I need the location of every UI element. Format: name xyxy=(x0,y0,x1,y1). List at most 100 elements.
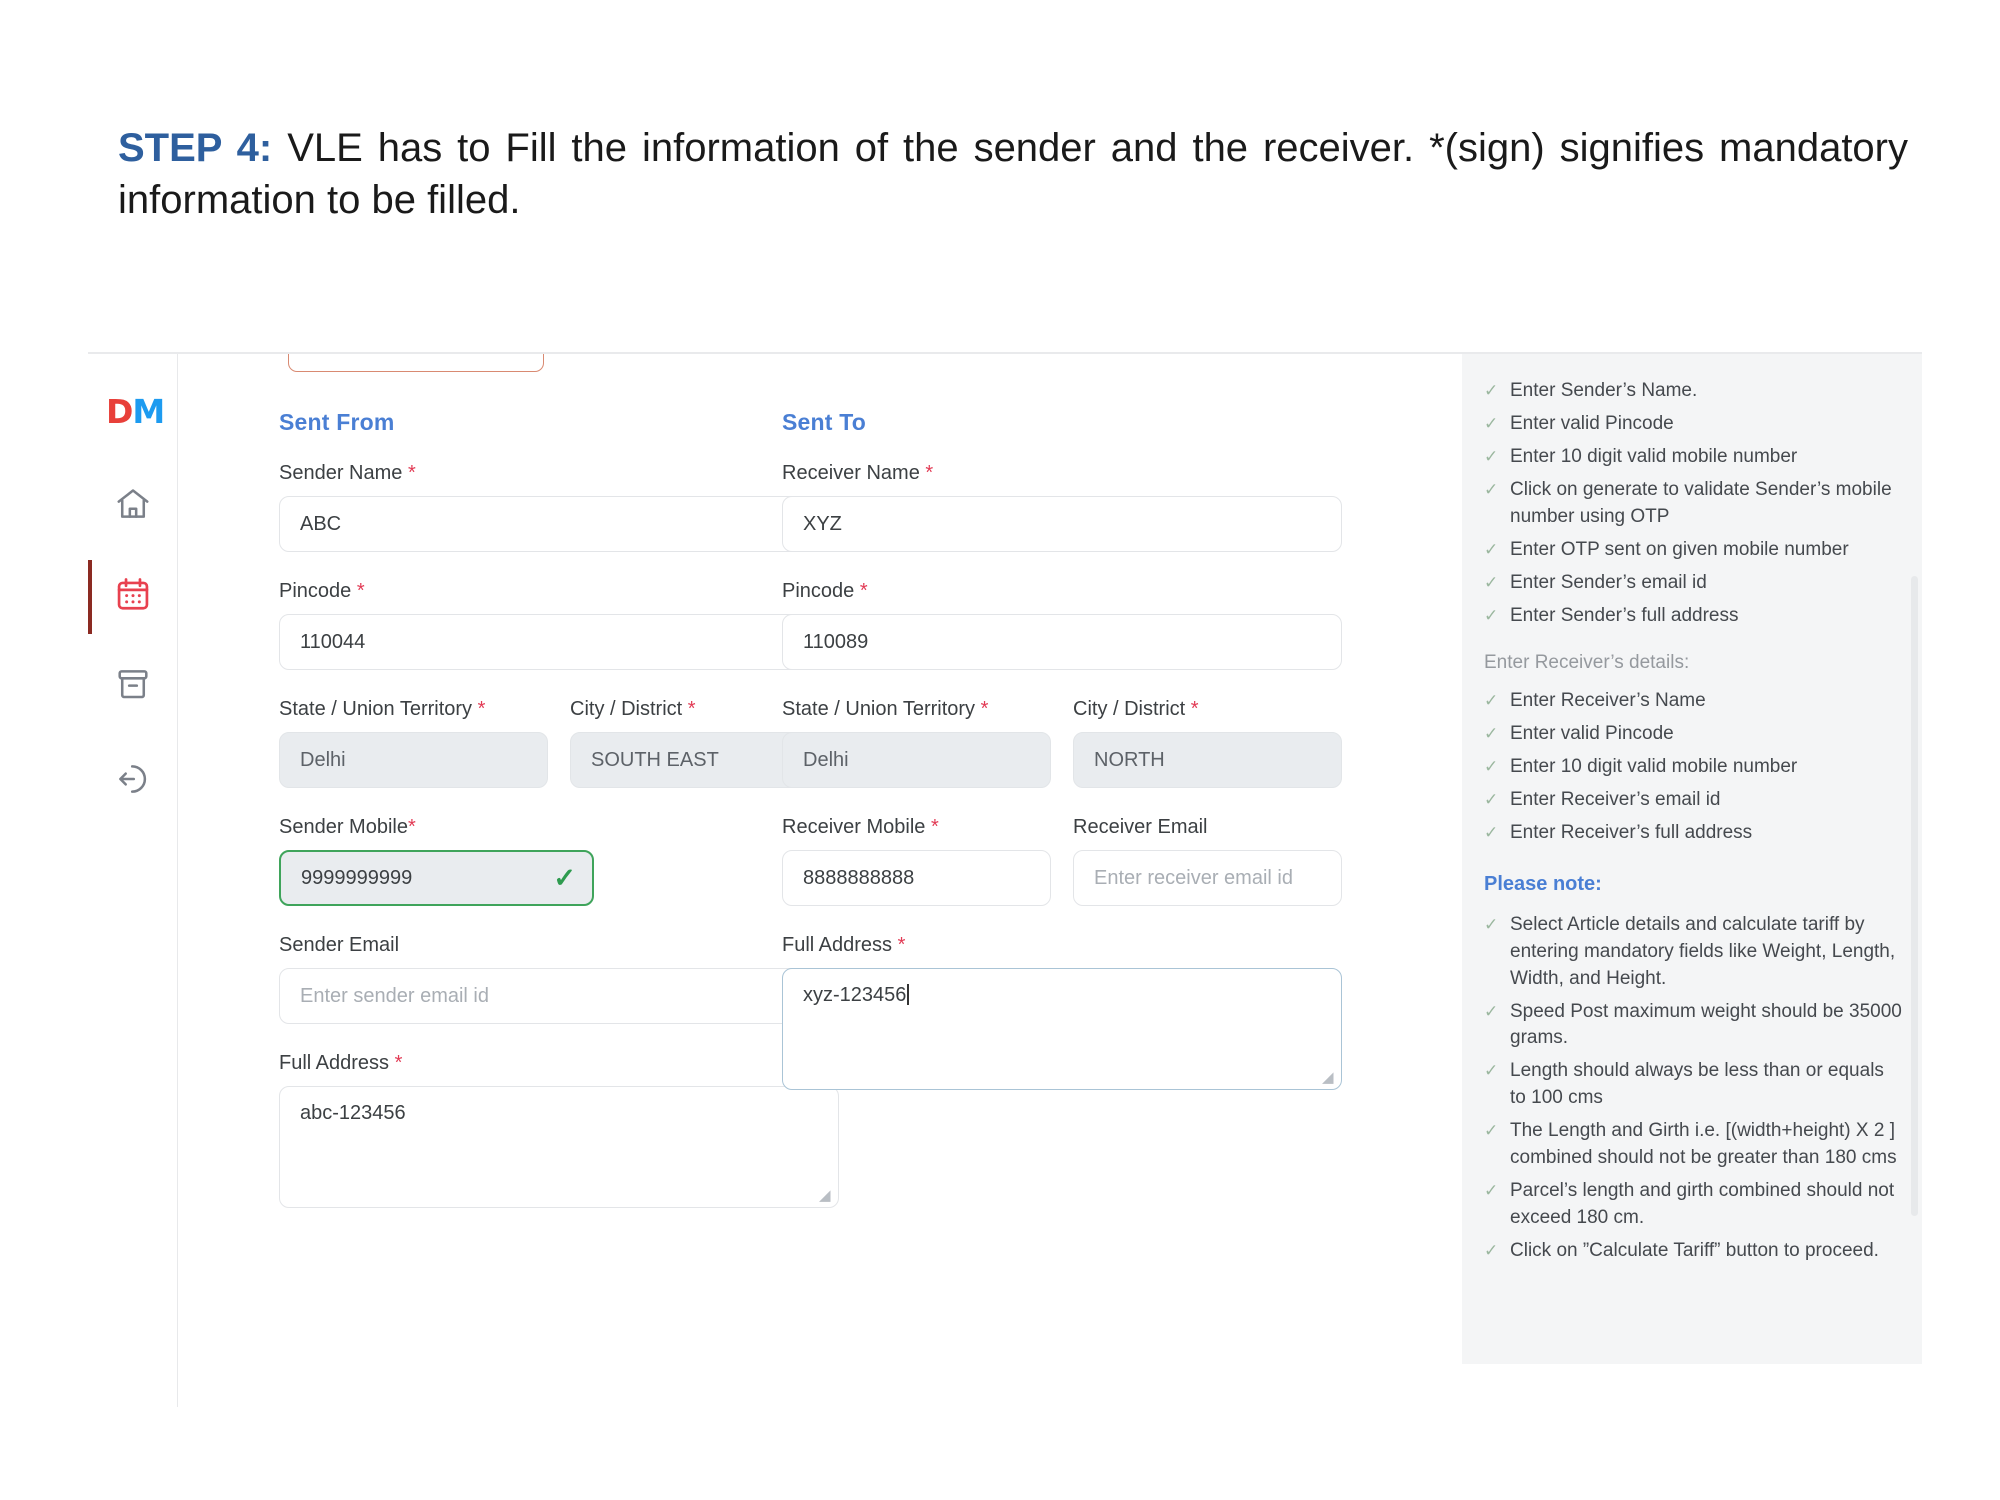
help-item-text: Enter Receiver’s Name xyxy=(1510,689,1706,711)
list-item: ✓ Select Article details and calculate ta… xyxy=(1484,912,1902,993)
check-icon: ✓ xyxy=(553,862,576,893)
receiver-city-label: City / District * xyxy=(1073,698,1342,721)
receiver-pincode-input[interactable]: 110089 xyxy=(782,614,1342,670)
sender-name-input[interactable]: ABC xyxy=(279,496,839,552)
list-item: ✓ Length should always be less than or eq… xyxy=(1484,1058,1902,1112)
help-item-text: Click on ”Calculate Tariff” button to pr… xyxy=(1510,1240,1879,1262)
check-icon: ✓ xyxy=(1484,1061,1499,1081)
check-icon: ✓ xyxy=(1484,479,1499,499)
check-icon: ✓ xyxy=(1484,756,1499,776)
sender-city-label-text: City / District xyxy=(570,698,683,720)
receiver-state-input: Delhi xyxy=(782,732,1051,788)
check-icon: ✓ xyxy=(1484,539,1499,559)
help-panel: ✓ Enter Sender’s Name. ✓ Enter valid Pinco… xyxy=(1462,354,1922,1364)
help-item-text: Enter valid Pincode xyxy=(1510,412,1674,434)
step-description: VLE has to Fill the information of the s… xyxy=(118,126,1909,222)
sender-name-label-text: Sender Name xyxy=(279,462,403,484)
sender-state-label-text: State / Union Territory xyxy=(279,698,473,720)
partially-visible-field-above[interactable] xyxy=(288,354,544,372)
sidebar-rail: DM xyxy=(88,354,178,1407)
sender-email-label: Sender Email xyxy=(279,934,400,956)
sender-pincode-input[interactable]: 110044 xyxy=(279,614,839,670)
receiver-pincode-label-text: Pincode xyxy=(782,580,855,602)
check-icon: ✓ xyxy=(1484,1121,1499,1141)
receiver-name-label-text: Receiver Name xyxy=(782,462,920,484)
check-icon: ✓ xyxy=(1484,822,1499,842)
sender-pincode-label-text: Pincode xyxy=(279,580,352,602)
required-marker: * xyxy=(930,816,939,838)
required-marker: * xyxy=(897,934,906,956)
sender-mobile-input[interactable]: 9999999999 ✓ xyxy=(279,850,594,906)
required-marker: * xyxy=(925,462,934,484)
calendar-icon xyxy=(114,575,152,613)
check-icon: ✓ xyxy=(1484,723,1499,743)
archive-icon xyxy=(114,665,152,703)
receiver-help-heading: Enter Receiver’s details: xyxy=(1484,651,1690,673)
sidebar-item-home[interactable] xyxy=(88,464,178,544)
list-item: ✓ Speed Post maximum weight should be 350… xyxy=(1484,999,1902,1053)
check-icon: ✓ xyxy=(1484,1181,1499,1201)
page-title: STEP 4: VLE has to Fill the information … xyxy=(118,122,1908,226)
sidebar-item-archive[interactable] xyxy=(88,644,178,724)
list-item: ✓ Enter Sender’s full address xyxy=(1484,603,1902,630)
sidebar-item-logout[interactable] xyxy=(88,739,178,819)
receiver-mobile-input[interactable]: 8888888888 xyxy=(782,850,1051,906)
sender-address-value: abc-123456 xyxy=(300,1102,406,1124)
receiver-state-group: State / Union Territory * Delhi xyxy=(782,698,1051,788)
sender-state-label: State / Union Territory * xyxy=(279,698,548,721)
receiver-address-textarea[interactable]: xyz-123456 ◢ xyxy=(782,968,1342,1090)
sender-state-group: State / Union Territory * Delhi xyxy=(279,698,548,788)
sender-column: Sent From Sender Name * ABC Pincode * 11… xyxy=(279,409,839,1208)
receiver-mobile-label-text: Receiver Mobile xyxy=(782,816,926,838)
sender-pincode-label: Pincode * xyxy=(279,580,839,603)
receiver-email-input[interactable]: Enter receiver email id xyxy=(1073,850,1342,906)
required-marker: * xyxy=(477,698,486,720)
logo-letter-m: M xyxy=(132,392,165,431)
help-item-text: Speed Post maximum weight should be 3500… xyxy=(1510,1000,1902,1049)
sender-mobile-value: 9999999999 xyxy=(301,866,413,889)
check-icon: ✓ xyxy=(1484,789,1499,809)
check-icon: ✓ xyxy=(1484,914,1499,934)
help-item-text: Enter Sender’s Name. xyxy=(1510,380,1698,401)
please-note-heading: Please note: xyxy=(1484,872,1602,895)
receiver-email-group: Receiver Email Enter receiver email id xyxy=(1073,816,1342,906)
required-marker: * xyxy=(407,816,416,838)
receiver-pincode-label: Pincode * xyxy=(782,580,1342,603)
step-label: STEP 4: xyxy=(118,126,273,170)
list-item: ✓ Enter Receiver’s Name xyxy=(1484,688,1902,715)
check-icon: ✓ xyxy=(1484,1001,1499,1021)
resize-grip-icon[interactable]: ◢ xyxy=(1322,1070,1336,1085)
check-icon: ✓ xyxy=(1484,413,1499,433)
logo-letter-d: D xyxy=(106,392,133,431)
receiver-city-input: NORTH xyxy=(1073,732,1342,788)
check-icon: ✓ xyxy=(1484,381,1499,400)
check-icon: ✓ xyxy=(1484,690,1499,710)
help-item-text: Enter 10 digit valid mobile number xyxy=(1510,755,1798,777)
receiver-name-label: Receiver Name * xyxy=(782,462,1342,485)
help-item-text: Length should always be less than or equ… xyxy=(1510,1060,1884,1109)
required-marker: * xyxy=(687,698,696,720)
note-help-list: ✓ Select Article details and calculate ta… xyxy=(1484,912,1902,1266)
receiver-state-label: State / Union Territory * xyxy=(782,698,1051,721)
sender-address-label-text: Full Address xyxy=(279,1052,390,1074)
receiver-name-input[interactable]: XYZ xyxy=(782,496,1342,552)
sender-address-textarea[interactable]: abc-123456 ◢ xyxy=(279,1086,839,1208)
help-item-text: The Length and Girth i.e. [(width+height… xyxy=(1510,1120,1897,1169)
list-item: ✓ Enter Sender’s email id xyxy=(1484,570,1902,597)
help-panel-scrollbar[interactable] xyxy=(1911,576,1918,1216)
sender-email-input[interactable]: Enter sender email id xyxy=(279,968,839,1024)
receiver-state-label-text: State / Union Territory xyxy=(782,698,976,720)
list-item: ✓ Enter valid Pincode xyxy=(1484,721,1902,748)
sender-mobile-label-text: Sender Mobile xyxy=(279,816,408,838)
sender-section-title: Sent From xyxy=(279,409,395,435)
list-item: ✓ Enter Receiver’s email id xyxy=(1484,787,1902,814)
sidebar-item-booking[interactable] xyxy=(88,554,178,634)
receiver-city-label-text: City / District xyxy=(1073,698,1186,720)
booking-form: Sent From Sender Name * ABC Pincode * 11… xyxy=(179,354,1462,1407)
logout-icon xyxy=(114,760,152,798)
required-marker: * xyxy=(394,1052,403,1074)
sender-state-input: Delhi xyxy=(279,732,548,788)
resize-grip-icon[interactable]: ◢ xyxy=(819,1188,833,1203)
sender-mobile-label: Sender Mobile* xyxy=(279,816,839,839)
check-icon: ✓ xyxy=(1484,446,1499,466)
